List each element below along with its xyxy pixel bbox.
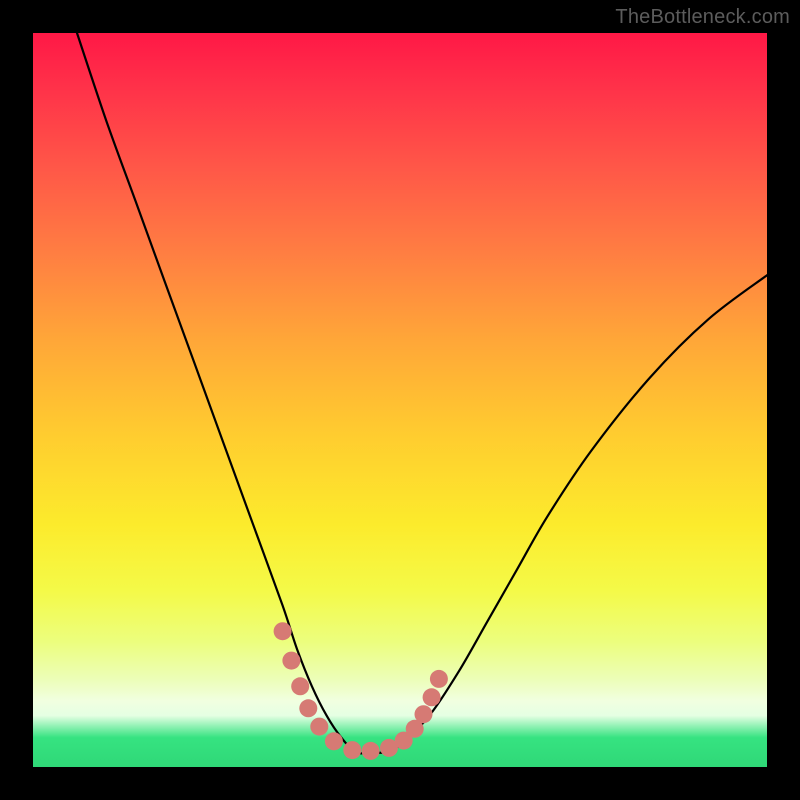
curve-line — [77, 33, 767, 753]
marker-dot — [274, 622, 292, 640]
marker-dot — [310, 718, 328, 736]
watermark-text: TheBottleneck.com — [615, 6, 790, 29]
marker-dot — [299, 699, 317, 717]
marker-dot — [430, 670, 448, 688]
highlight-markers — [274, 622, 448, 760]
chart-frame: TheBottleneck.com — [0, 0, 800, 800]
chart-svg — [33, 33, 767, 767]
marker-dot — [415, 705, 433, 723]
marker-dot — [423, 688, 441, 706]
marker-dot — [291, 677, 309, 695]
marker-dot — [343, 741, 361, 759]
marker-dot — [282, 652, 300, 670]
marker-dot — [362, 742, 380, 760]
marker-dot — [325, 732, 343, 750]
